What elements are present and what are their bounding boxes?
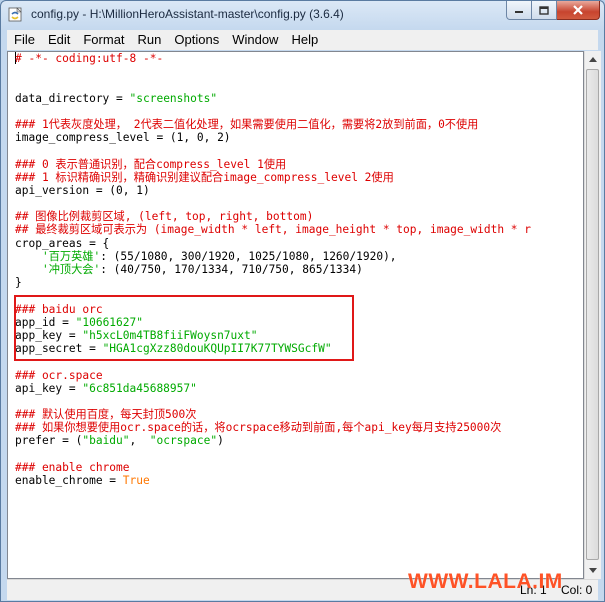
code-line[interactable]: '百万英雄': (55/1080, 300/1920, 1025/1080, 1…	[15, 250, 531, 263]
code-line[interactable]	[15, 144, 531, 157]
caption-buttons	[506, 1, 600, 21]
code-token: prefer = (	[15, 434, 83, 448]
code-line[interactable]: crop_areas = {	[15, 237, 531, 250]
code-line[interactable]	[15, 105, 531, 118]
code-token: True	[122, 474, 150, 487]
code-line[interactable]: ### 如果你想要使用ocr.space的话，将ocrspace移动到前面,每个…	[15, 421, 531, 434]
minimize-icon	[515, 11, 523, 13]
code-line[interactable]: data_directory = "screenshots"	[15, 92, 531, 105]
scroll-up-button[interactable]	[585, 51, 601, 68]
code-line[interactable]	[15, 395, 531, 408]
code-line[interactable]: api_version = (0, 1)	[15, 184, 531, 197]
code-token: ### 1代表灰度处理， 2代表二值化处理，如果需要使用二值化，需要将2放到前面…	[15, 117, 479, 131]
code-line[interactable]: '冲顶大会': (40/750, 170/1334, 710/750, 865/…	[15, 263, 531, 276]
code-line[interactable]: ## 图像比例裁剪区域, (left, top, right, bottom)	[15, 210, 531, 223]
code-token: image_compress_level = (1, 0, 2)	[15, 131, 231, 145]
menu-run[interactable]: Run	[131, 30, 168, 50]
code-token: '百万英雄'	[41, 249, 101, 263]
title-bar[interactable]: config.py - H:\MillionHeroAssistant-mast…	[1, 1, 604, 29]
code-line[interactable]: ### ocr.space	[15, 369, 531, 382]
code-line[interactable]: enable_chrome = True	[15, 474, 531, 487]
code-token: enable_chrome =	[15, 474, 123, 487]
code-line[interactable]: }	[15, 276, 531, 289]
maximize-icon	[539, 5, 549, 15]
code-token: "screenshots"	[129, 91, 218, 105]
code-line[interactable]: ## 最终裁剪区域可表示为 (image_width * left, image…	[15, 223, 531, 236]
code-token: : (55/1080, 300/1920, 1025/1080, 1260/19…	[100, 249, 397, 263]
code-line[interactable]: image_compress_level = (1, 0, 2)	[15, 131, 531, 144]
code-token: : (40/750, 170/1334, 710/750, 865/1334)	[100, 263, 363, 276]
close-button[interactable]	[557, 1, 600, 20]
code-token: )	[217, 434, 224, 448]
code-token: ### enable chrome	[15, 460, 130, 474]
code-line[interactable]: ### 1 标识精确识别，精确识别建议配合image_compress_leve…	[15, 171, 531, 184]
code-token: "6c851da45688957"	[82, 381, 197, 395]
code-token: }	[15, 276, 22, 290]
code-token: ## 图像比例裁剪区域, (left, top, right, bottom)	[15, 210, 314, 224]
code-line[interactable]	[15, 78, 531, 91]
watermark-text: WWW.LALA.IM	[408, 570, 563, 593]
idle-editor-window: config.py - H:\MillionHeroAssistant-mast…	[0, 0, 605, 602]
code-line[interactable]: ### 0 表示普通识别，配合compress_level 1使用	[15, 158, 531, 171]
menu-bar: File Edit Format Run Options Window Help	[7, 30, 598, 50]
code-text[interactable]: # -*- coding:utf-8 -*- data_directory = "…	[15, 52, 531, 487]
code-token: '冲顶大会'	[41, 263, 101, 276]
code-token: ## 最终裁剪区域可表示为 (image_width * left, image…	[15, 223, 532, 237]
baidu-ocr-highlight-box	[14, 295, 354, 361]
code-line[interactable]: # -*- coding:utf-8 -*-	[15, 52, 531, 65]
code-token: ### 1 标识精确识别，精确识别建议配合image_compress_leve…	[15, 170, 394, 184]
menu-edit[interactable]: Edit	[41, 30, 76, 50]
menu-help[interactable]: Help	[284, 30, 324, 50]
code-token: crop_areas = {	[15, 236, 110, 250]
python-idle-icon	[8, 7, 22, 22]
maximize-button[interactable]	[532, 1, 557, 20]
window-title: config.py - H:\MillionHeroAssistant-mast…	[31, 7, 344, 21]
menu-format[interactable]: Format	[76, 30, 130, 50]
scroll-up-arrow-icon	[589, 57, 597, 62]
scrollbar-thumb[interactable]	[586, 69, 599, 560]
menu-file[interactable]: File	[7, 30, 41, 50]
code-token: api_version = (0, 1)	[15, 183, 150, 197]
vertical-scrollbar[interactable]	[584, 51, 601, 579]
code-line[interactable]: ### 1代表灰度处理， 2代表二值化处理，如果需要使用二值化，需要将2放到前面…	[15, 118, 531, 131]
code-line[interactable]: ### 默认使用百度，每天封顶500次	[15, 408, 531, 421]
code-token: ### ocr.space	[15, 368, 103, 382]
scroll-down-button[interactable]	[585, 562, 601, 579]
code-line[interactable]: api_key = "6c851da45688957"	[15, 382, 531, 395]
code-token: ### 默认使用百度，每天封顶500次	[15, 408, 197, 422]
close-icon	[573, 5, 583, 15]
menu-window[interactable]: Window	[225, 30, 284, 50]
code-token: "ocrspace"	[149, 434, 218, 448]
code-line[interactable]: ### enable chrome	[15, 461, 531, 474]
code-line[interactable]	[15, 65, 531, 78]
code-editor[interactable]: # -*- coding:utf-8 -*- data_directory = "…	[7, 51, 584, 579]
code-token: # -*- coding:utf-8 -*-	[15, 52, 164, 65]
code-token: "baidu"	[82, 434, 130, 448]
scroll-down-arrow-icon	[589, 568, 597, 573]
menu-options[interactable]: Options	[167, 30, 225, 50]
code-line[interactable]	[15, 197, 531, 210]
code-line[interactable]	[15, 448, 531, 461]
code-token: api_key =	[15, 381, 83, 395]
code-token: ### 如果你想要使用ocr.space的话，将ocrspace移动到前面,每个…	[15, 421, 502, 435]
status-column: Col: 0	[561, 583, 593, 597]
code-token: ,	[129, 434, 150, 448]
code-token: ### 0 表示普通识别，配合compress_level 1使用	[15, 157, 287, 171]
code-token: data_directory =	[15, 91, 130, 105]
code-line[interactable]: prefer = ("baidu", "ocrspace")	[15, 434, 531, 447]
minimize-button[interactable]	[506, 1, 532, 20]
